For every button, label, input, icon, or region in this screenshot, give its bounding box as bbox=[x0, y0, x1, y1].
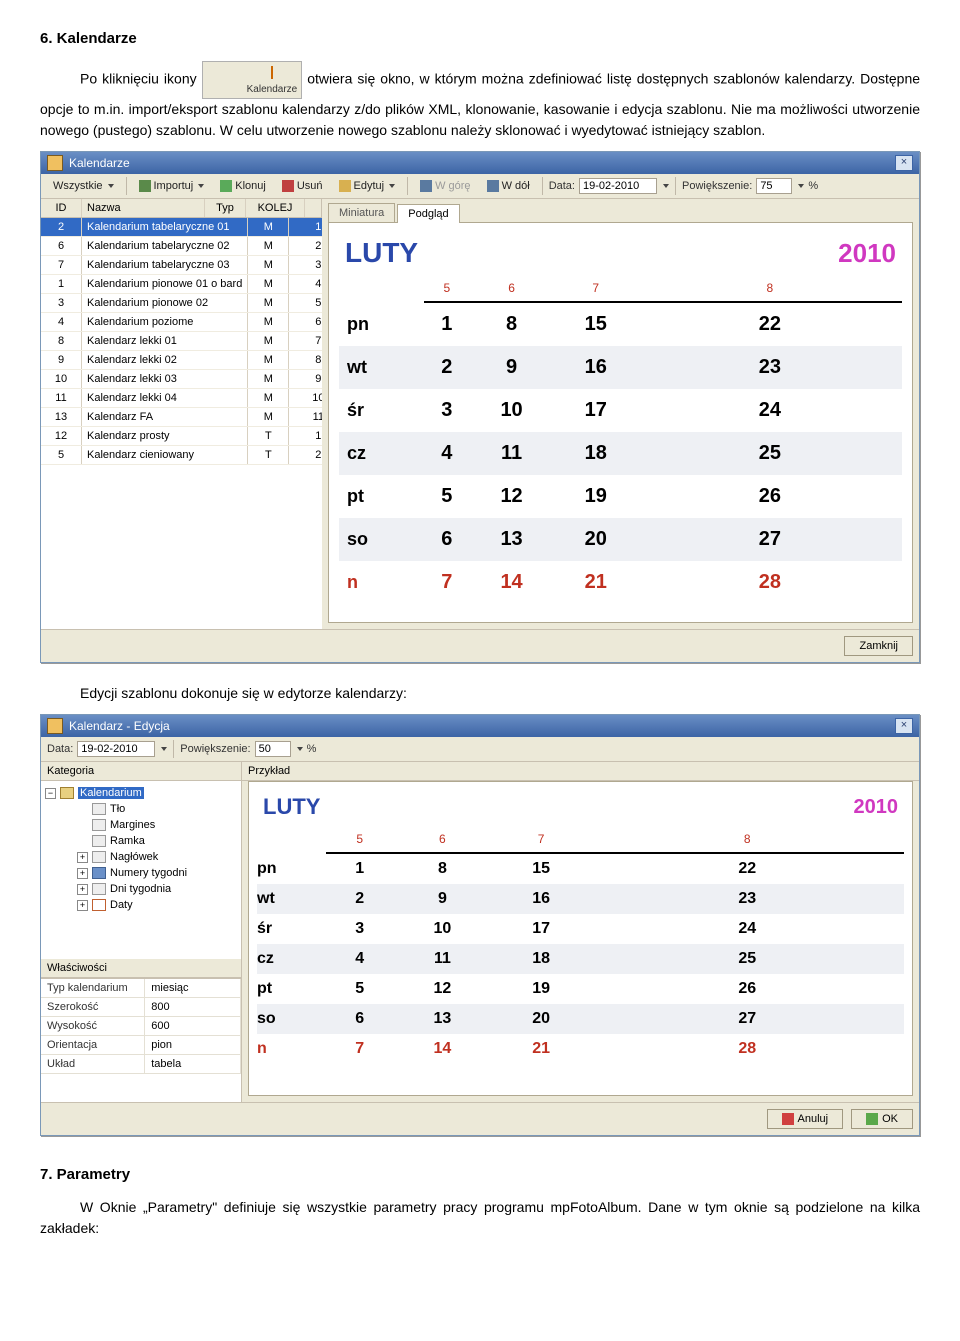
tree-item[interactable]: +Daty bbox=[43, 897, 239, 913]
list-item[interactable]: 9Kalendarz lekki 02M8 bbox=[41, 351, 348, 370]
date-input[interactable] bbox=[77, 741, 155, 757]
calendars-window: Kalendarze × Wszystkie Importuj Klonuj U… bbox=[40, 151, 920, 663]
edit-icon bbox=[339, 180, 351, 192]
close-icon[interactable]: × bbox=[895, 155, 913, 171]
tab-thumbnail[interactable]: Miniatura bbox=[328, 203, 395, 222]
window-icon bbox=[47, 155, 63, 171]
category-label: Kategoria bbox=[41, 762, 241, 781]
list-item[interactable]: 4Kalendarium poziomeM6 bbox=[41, 313, 348, 332]
zoom-input[interactable] bbox=[255, 741, 291, 757]
arrow-down-icon bbox=[487, 180, 499, 192]
col-name[interactable]: Nazwa bbox=[82, 199, 205, 217]
col-kolej[interactable]: KOLEJ bbox=[246, 199, 305, 217]
delete-button[interactable]: Usuń bbox=[276, 177, 329, 195]
cancel-button[interactable]: Anuluj bbox=[767, 1109, 844, 1129]
zoom-percent: % bbox=[808, 180, 818, 192]
zoom-dropdown-icon[interactable] bbox=[297, 747, 303, 751]
list-item[interactable]: 12Kalendarz prostyT1 bbox=[41, 427, 348, 446]
move-down-button[interactable]: W dół bbox=[481, 177, 536, 195]
category-tree[interactable]: −KalendariumTłoMarginesRamka+Nagłówek+Nu… bbox=[41, 781, 241, 959]
col-id[interactable]: ID bbox=[41, 199, 82, 217]
import-button[interactable]: Importuj bbox=[133, 177, 211, 195]
tree-item[interactable]: Margines bbox=[43, 817, 239, 833]
calendar-preview: LUTY20105678pn181522wt291623śr3101724cz4… bbox=[257, 790, 904, 1064]
property-row[interactable]: Układtabela bbox=[41, 1055, 241, 1074]
property-row[interactable]: Orientacjapion bbox=[41, 1036, 241, 1055]
move-up-button[interactable]: W górę bbox=[414, 177, 476, 195]
calendar-preview: LUTY20105678pn181522wt291623śr3101724cz4… bbox=[339, 233, 902, 604]
tree-item[interactable]: Tło bbox=[43, 801, 239, 817]
import-icon bbox=[139, 180, 151, 192]
zoom-percent: % bbox=[307, 743, 317, 755]
list-item[interactable]: 11Kalendarz lekki 04M10 bbox=[41, 389, 348, 408]
date-dropdown-icon[interactable] bbox=[663, 184, 669, 188]
list-header: ID Nazwa Typ KOLEJ bbox=[41, 199, 321, 218]
tree-item[interactable]: +Nagłówek bbox=[43, 849, 239, 865]
tree-item[interactable]: +Numery tygodni bbox=[43, 865, 239, 881]
arrow-up-icon bbox=[420, 180, 432, 192]
cancel-icon bbox=[782, 1113, 794, 1125]
list-item[interactable]: 2Kalendarium tabelaryczne 01M1 bbox=[41, 218, 348, 237]
ok-icon bbox=[866, 1113, 878, 1125]
list-item[interactable]: 10Kalendarz lekki 03M9 bbox=[41, 370, 348, 389]
section-7-intro: W Oknie „Parametry" definiuje się wszyst… bbox=[40, 1197, 920, 1239]
list-item[interactable]: 13Kalendarz FAM11 bbox=[41, 408, 348, 427]
section-7-heading: 7. Parametry bbox=[40, 1166, 920, 1183]
preview-pane: Miniatura Podgląd LUTY20105678pn181522wt… bbox=[322, 199, 919, 629]
intro-part1: Po kliknięciu ikony bbox=[80, 71, 202, 87]
clone-button[interactable]: Klonuj bbox=[214, 177, 272, 195]
close-icon[interactable]: × bbox=[895, 718, 913, 734]
property-row[interactable]: Szerokość800 bbox=[41, 998, 241, 1017]
zoom-label: Powiększenie: bbox=[180, 743, 250, 755]
delete-icon bbox=[282, 180, 294, 192]
section-6-intro: Po kliknięciu ikony Kalendarze otwiera s… bbox=[40, 61, 920, 141]
template-list: ID Nazwa Typ KOLEJ 2Kalendarium tabelary… bbox=[41, 199, 322, 629]
list-item[interactable]: 6Kalendarium tabelaryczne 02M2 bbox=[41, 237, 348, 256]
calendar-edit-window: Kalendarz - Edycja × Data: Powiększenie:… bbox=[40, 714, 920, 1136]
close-button[interactable]: Zamknij bbox=[844, 636, 913, 656]
list-item[interactable]: 5Kalendarz cieniowanyT2 bbox=[41, 446, 348, 465]
col-typ[interactable]: Typ bbox=[205, 199, 246, 217]
calendar-icon-label: Kalendarze bbox=[207, 82, 298, 97]
window-title: Kalendarze bbox=[69, 156, 130, 170]
ok-button[interactable]: OK bbox=[851, 1109, 913, 1129]
tree-item[interactable]: +Dni tygodnia bbox=[43, 881, 239, 897]
properties-grid: Typ kalendariummiesiącSzerokość800Wysoko… bbox=[41, 978, 241, 1102]
date-label: Data: bbox=[47, 743, 73, 755]
edit-button[interactable]: Edytuj bbox=[333, 177, 402, 195]
titlebar: Kalendarze × bbox=[41, 152, 919, 174]
list-item[interactable]: 1Kalendarium pionowe 01 o bardM4 bbox=[41, 275, 348, 294]
date-label: Data: bbox=[549, 180, 575, 192]
date-input[interactable] bbox=[579, 178, 657, 194]
calendar-toolbar-icon: Kalendarze bbox=[202, 61, 303, 99]
zoom-label: Powiększenie: bbox=[682, 180, 752, 192]
example-label: Przykład bbox=[242, 762, 919, 781]
tree-item[interactable]: Ramka bbox=[43, 833, 239, 849]
editor-intro-text: Edycji szablonu dokonuje się w edytorze … bbox=[40, 683, 920, 704]
titlebar: Kalendarz - Edycja × bbox=[41, 715, 919, 737]
list-item[interactable]: 8Kalendarz lekki 01M7 bbox=[41, 332, 348, 351]
date-dropdown-icon[interactable] bbox=[161, 747, 167, 751]
window-icon bbox=[47, 718, 63, 734]
list-item[interactable]: 3Kalendarium pionowe 02M5 bbox=[41, 294, 348, 313]
window-title: Kalendarz - Edycja bbox=[69, 719, 170, 733]
tab-preview[interactable]: Podgląd bbox=[397, 204, 459, 223]
properties-label: Właściwości bbox=[41, 959, 241, 978]
property-row[interactable]: Wysokość600 bbox=[41, 1017, 241, 1036]
list-item[interactable]: 7Kalendarium tabelaryczne 03M3 bbox=[41, 256, 348, 275]
section-6-heading: 6. Kalendarze bbox=[40, 30, 920, 47]
tree-root[interactable]: −Kalendarium bbox=[43, 785, 239, 801]
clone-icon bbox=[220, 180, 232, 192]
property-row[interactable]: Typ kalendariummiesiąc bbox=[41, 979, 241, 998]
filter-all-dropdown[interactable]: Wszystkie bbox=[47, 177, 120, 195]
zoom-input[interactable] bbox=[756, 178, 792, 194]
zoom-dropdown-icon[interactable] bbox=[798, 184, 804, 188]
toolbar: Wszystkie Importuj Klonuj Usuń Edytuj W … bbox=[41, 174, 919, 199]
